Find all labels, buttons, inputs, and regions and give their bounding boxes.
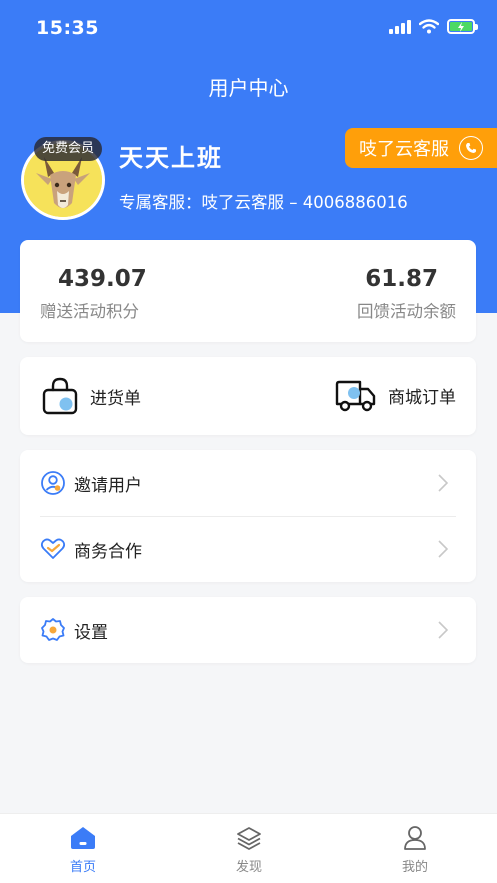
tab-label: 发现 xyxy=(235,860,262,875)
rebate-balance-value: 61.87 xyxy=(365,266,438,292)
user-name: 天天上班 xyxy=(119,144,223,172)
gear-icon xyxy=(41,618,65,641)
settings-card: 设置 xyxy=(20,597,476,663)
menu-item-label: 商务合作 xyxy=(74,541,142,562)
layers-icon xyxy=(237,827,261,850)
bonus-points-label: 赠送活动积分 xyxy=(40,302,139,321)
rebate-balance-label: 回馈活动余额 xyxy=(357,302,456,321)
menu-item-business-cooperation[interactable]: 商务合作 xyxy=(20,516,476,582)
exclusive-service-info: 专属客服：吱了云客服 – 4006886016 xyxy=(119,193,408,212)
menu-item-label: 邀请用户 xyxy=(74,475,142,496)
menu-card: 邀请用户 商务合作 xyxy=(20,450,476,582)
tab-home[interactable]: 首页 xyxy=(43,824,123,875)
chevron-right-icon xyxy=(438,621,448,639)
menu-item-settings[interactable]: 设置 xyxy=(20,597,476,663)
menu-item-invite-users[interactable]: 邀请用户 xyxy=(20,450,476,516)
user-circle-icon xyxy=(41,471,65,495)
tab-mine[interactable]: 我的 xyxy=(375,824,455,875)
tab-label: 我的 xyxy=(401,860,428,875)
member-badge: 免费会员 xyxy=(34,137,103,161)
phone-icon xyxy=(459,136,483,160)
customer-service-label: 吱了云客服 xyxy=(359,139,449,160)
page-title: 用户中心 xyxy=(208,76,289,100)
bottom-tab-bar: 首页 发现 我的 xyxy=(0,813,497,883)
tab-discover[interactable]: 发现 xyxy=(209,824,289,875)
bonus-points-value: 439.07 xyxy=(58,266,147,292)
purchase-order-button[interactable]: 进货单 xyxy=(42,377,141,415)
rebate-balance-stat[interactable]: 61.87 回馈活动余额 xyxy=(357,266,456,322)
handshake-heart-icon xyxy=(40,538,66,559)
home-icon xyxy=(71,827,95,849)
status-bar: 15:35 xyxy=(0,0,497,56)
menu-item-label: 设置 xyxy=(74,622,108,643)
orders-card: 进货单 商城订单 xyxy=(20,357,476,435)
status-time: 15:35 xyxy=(36,17,99,39)
person-icon xyxy=(404,826,426,850)
signal-icon xyxy=(389,19,411,34)
battery-icon xyxy=(447,19,478,34)
bonus-points-stat[interactable]: 439.07 赠送活动积分 xyxy=(40,266,147,322)
wifi-icon xyxy=(419,19,439,34)
status-icons xyxy=(389,19,478,34)
stats-card: 439.07 赠送活动积分 61.87 回馈活动余额 xyxy=(20,240,476,342)
shopping-bag-icon xyxy=(42,377,78,415)
chevron-right-icon xyxy=(438,540,448,558)
purchase-order-label: 进货单 xyxy=(90,388,141,409)
delivery-truck-icon xyxy=(335,380,376,412)
chevron-right-icon xyxy=(438,474,448,492)
customer-service-button[interactable]: 吱了云客服 xyxy=(345,128,497,168)
mall-orders-label: 商城订单 xyxy=(388,387,456,408)
tab-label: 首页 xyxy=(69,860,96,875)
mall-orders-button[interactable]: 商城订单 xyxy=(334,377,456,413)
